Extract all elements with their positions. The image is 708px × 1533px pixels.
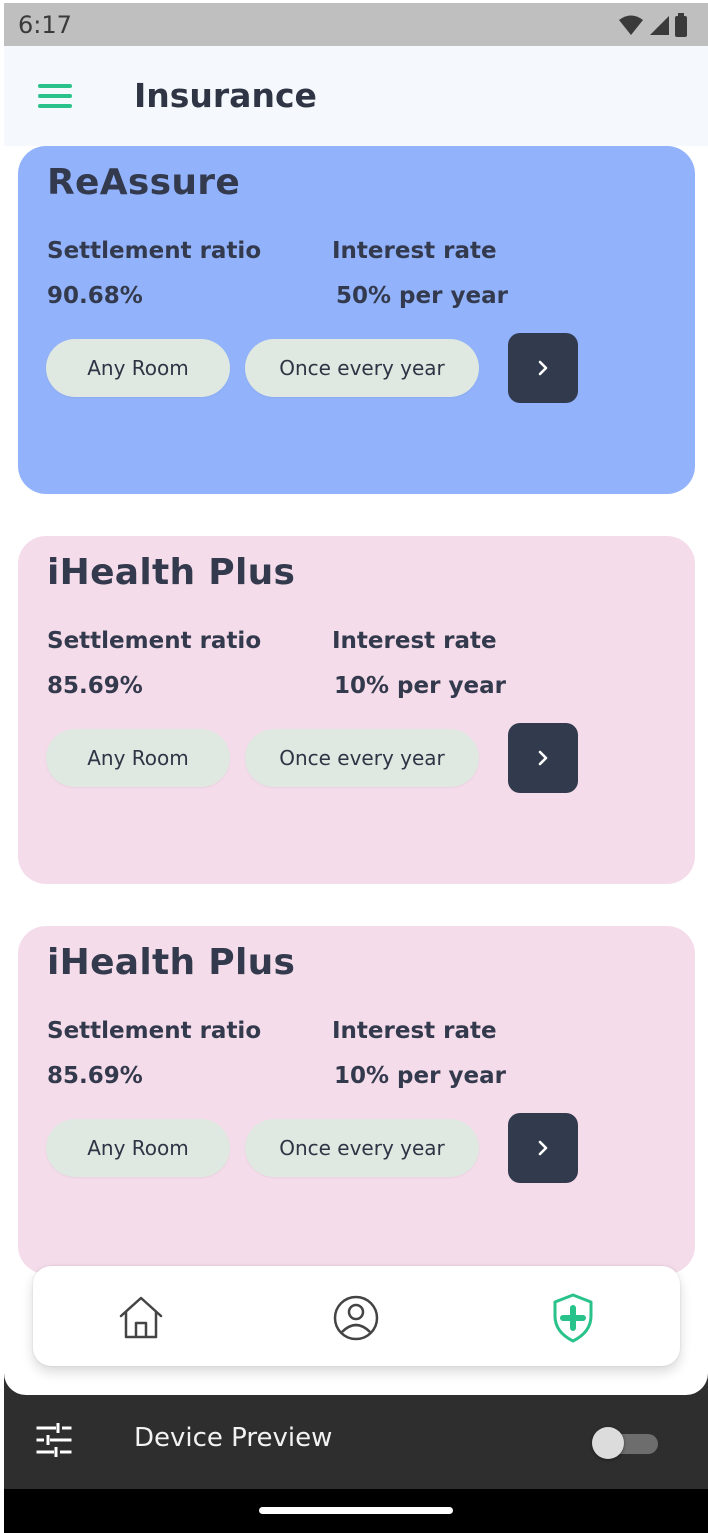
settlement-value: 90.68%: [47, 283, 143, 309]
hamburger-menu-icon[interactable]: [38, 84, 72, 110]
frequency-chip[interactable]: Once every year: [245, 729, 479, 787]
plan-name: iHealth Plus: [47, 552, 296, 593]
room-chip[interactable]: Any Room: [46, 1119, 230, 1177]
status-bar: 6:17: [4, 3, 708, 46]
home-gesture-handle[interactable]: [259, 1507, 453, 1514]
status-icons: [618, 13, 688, 37]
insurance-card[interactable]: iHealth Plus Settlement ratio Interest r…: [18, 536, 695, 884]
settlement-value: 85.69%: [47, 1063, 143, 1089]
settlement-label: Settlement ratio: [47, 1018, 262, 1044]
frequency-chip[interactable]: Once every year: [245, 1119, 479, 1177]
gesture-navigation-bar: [4, 1489, 708, 1533]
frequency-chip[interactable]: Once every year: [245, 339, 479, 397]
insurance-card[interactable]: ReAssure Settlement ratio Interest rate …: [18, 146, 695, 494]
toggle-thumb: [592, 1427, 624, 1459]
interest-value: 10% per year: [334, 673, 506, 699]
home-icon[interactable]: [115, 1292, 167, 1344]
device-preview-toggle[interactable]: [592, 1427, 658, 1459]
room-chip[interactable]: Any Room: [46, 339, 230, 397]
chevron-right-icon: [538, 750, 548, 766]
bottom-navigation: [33, 1266, 680, 1366]
interest-label: Interest rate: [332, 238, 497, 264]
settlement-label: Settlement ratio: [47, 238, 262, 264]
plan-name: ReAssure: [47, 162, 241, 203]
app-screen: Insurance ReAssure Settlement ratio Inte…: [4, 46, 708, 1395]
insurance-card[interactable]: iHealth Plus Settlement ratio Interest r…: [18, 926, 695, 1274]
tune-icon[interactable]: [36, 1422, 72, 1458]
settlement-label: Settlement ratio: [47, 628, 262, 654]
status-time: 6:17: [18, 11, 72, 39]
plan-name: iHealth Plus: [47, 942, 296, 983]
wifi-icon: [619, 15, 643, 35]
battery-icon: [675, 13, 687, 37]
shield-plus-icon[interactable]: [547, 1292, 599, 1344]
chevron-right-icon: [538, 1140, 548, 1156]
view-plan-button[interactable]: [508, 1113, 578, 1183]
page-title: Insurance: [134, 76, 317, 115]
view-plan-button[interactable]: [508, 723, 578, 793]
profile-icon[interactable]: [330, 1292, 382, 1344]
settlement-value: 85.69%: [47, 673, 143, 699]
device-frame: 6:17 Insurance ReAssure Settlement ratio…: [4, 3, 708, 1533]
interest-value: 50% per year: [336, 283, 508, 309]
view-plan-button[interactable]: [508, 333, 578, 403]
interest-value: 10% per year: [334, 1063, 506, 1089]
chevron-right-icon: [538, 360, 548, 376]
room-chip[interactable]: Any Room: [46, 729, 230, 787]
device-preview-bar: Device Preview: [4, 1395, 708, 1489]
interest-label: Interest rate: [332, 1018, 497, 1044]
app-bar: Insurance: [4, 46, 708, 146]
interest-label: Interest rate: [332, 628, 497, 654]
device-preview-label: Device Preview: [134, 1423, 333, 1453]
cellular-icon: [650, 16, 669, 35]
